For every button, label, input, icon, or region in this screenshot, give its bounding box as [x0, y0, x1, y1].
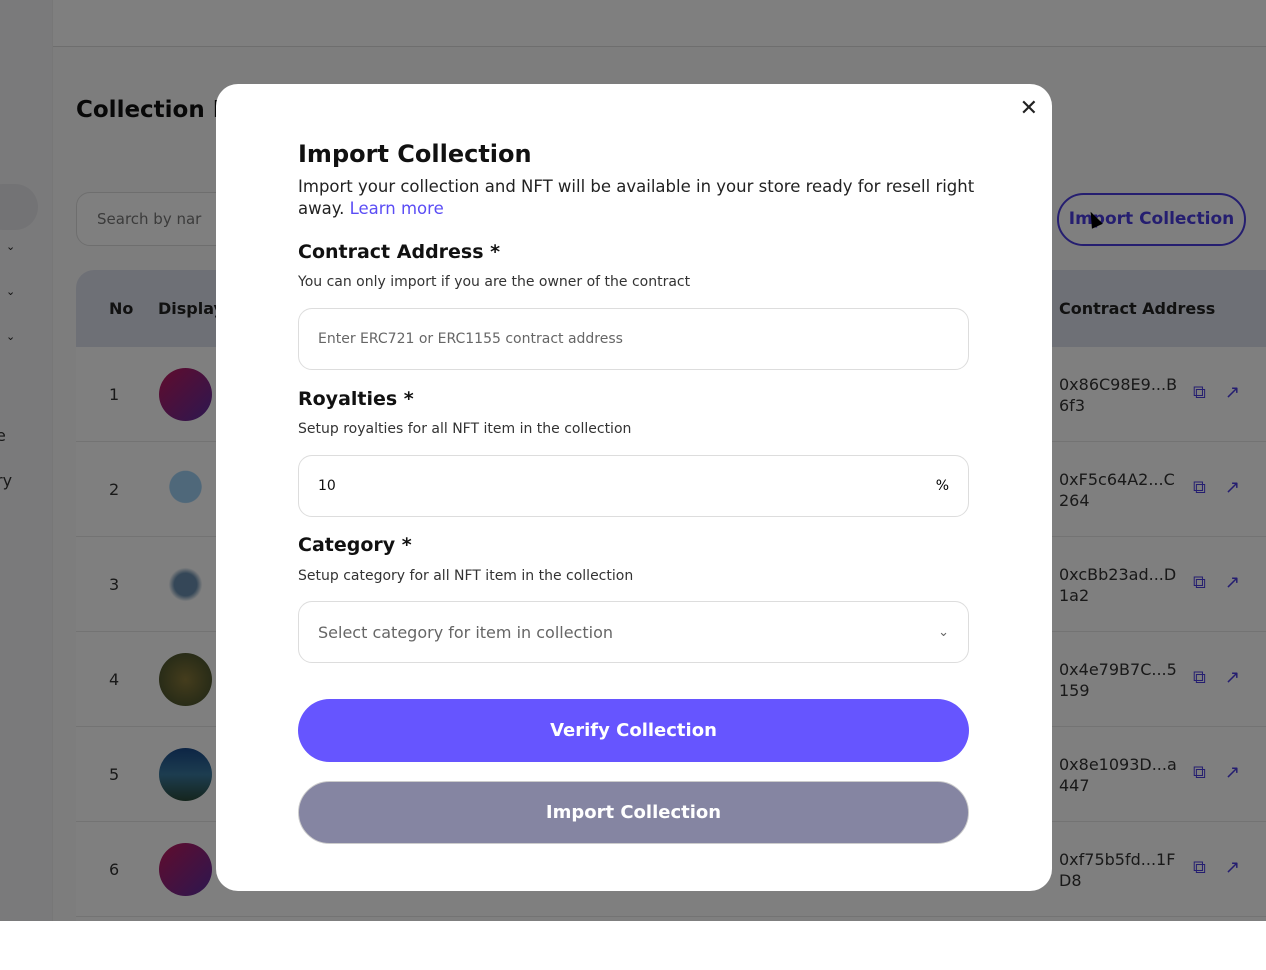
contract-address-input[interactable]: Enter ERC721 or ERC1155 contract address [298, 308, 969, 370]
modal-description: Import your collection and NFT will be a… [298, 176, 978, 220]
learn-more-link[interactable]: Learn more [350, 199, 444, 218]
contract-hint: You can only import if you are the owner… [298, 274, 691, 290]
chevron-down-icon: ⌄ [938, 624, 949, 640]
import-collection-modal: ✕ Import Collection Import your collecti… [216, 84, 1052, 891]
category-label: Category * [298, 534, 412, 556]
royalties-hint: Setup royalties for all NFT item in the … [298, 421, 632, 437]
verify-collection-button[interactable]: Verify Collection [298, 699, 969, 762]
category-placeholder: Select category for item in collection [318, 622, 613, 642]
percent-suffix: % [935, 478, 949, 494]
import-collection-submit-button[interactable]: Import Collection [298, 781, 969, 844]
modal-title: Import Collection [298, 140, 532, 168]
contract-placeholder: Enter ERC721 or ERC1155 contract address [318, 331, 623, 347]
royalties-label: Royalties * [298, 388, 414, 410]
close-icon[interactable]: ✕ [1020, 96, 1038, 121]
royalties-input[interactable]: 10% [298, 455, 969, 517]
category-select[interactable]: Select category for item in collection ⌄ [298, 601, 969, 663]
contract-label: Contract Address * [298, 241, 501, 263]
royalties-value: 10 [318, 478, 336, 494]
category-hint: Setup category for all NFT item in the c… [298, 568, 634, 584]
